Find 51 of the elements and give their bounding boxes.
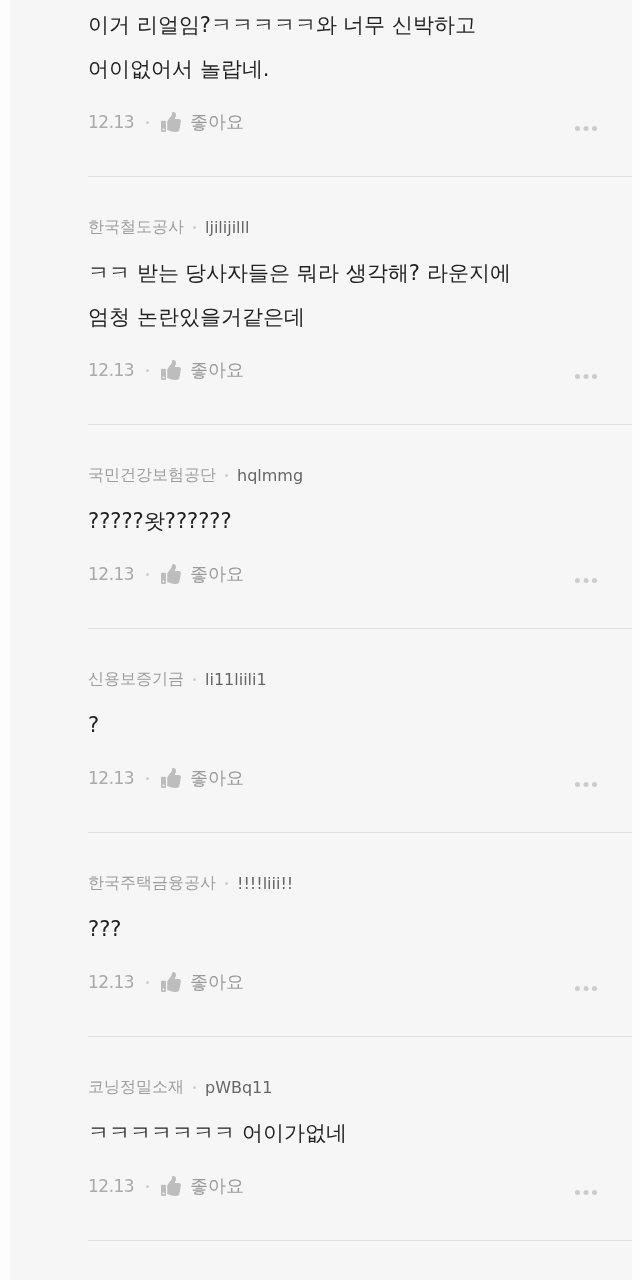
more-options-icon[interactable]: [575, 577, 597, 583]
comment-date: 12.13: [88, 360, 135, 380]
separator-dot-icon: [146, 368, 150, 372]
comment-text: ㅋㅋㅋㅋㅋㅋㅋ 어이가없네: [88, 1120, 347, 1147]
thumbs-up-icon: [161, 972, 182, 992]
comment-date: 12.13: [88, 972, 135, 992]
comment-text: ???: [88, 916, 122, 943]
more-options-icon[interactable]: [575, 781, 597, 787]
like-button[interactable]: 좋아요: [161, 1174, 245, 1198]
more-options-icon[interactable]: [575, 1189, 597, 1195]
comment-text: ㅋㅋ 받는 당사자들은 뭐라 생각해? 라운지에 엄청 논란있을거같은데: [88, 260, 511, 331]
separator-dot-icon: [193, 677, 196, 681]
comment-date: 12.13: [88, 564, 135, 584]
like-button[interactable]: 좋아요: [161, 970, 245, 994]
separator-dot-icon: [193, 1085, 196, 1089]
thumbs-up-icon: [161, 768, 182, 788]
comment-date: 12.13: [88, 112, 135, 132]
thumbs-up-icon: [161, 112, 182, 132]
author-username: hqlmmg: [237, 465, 304, 485]
separator-dot-icon: [193, 225, 196, 229]
comment-text: ?????왓??????: [88, 508, 232, 535]
author-organization: 신용보증기금: [88, 668, 184, 690]
author-username: pWBq11: [205, 1077, 273, 1097]
separator-dot-icon: [146, 980, 150, 984]
separator-dot-icon: [225, 881, 228, 885]
comment-text: 이거 리얼임?ㅋㅋㅋㅋㅋ와 너무 신박하고 어이없어서 놀랍네.: [88, 12, 477, 83]
separator-dot-icon: [146, 120, 150, 124]
like-button[interactable]: 좋아요: [161, 562, 245, 586]
author-organization: 코닝정밀소재: [88, 1076, 184, 1098]
more-options-icon[interactable]: [575, 125, 597, 131]
thumbs-up-icon: [161, 360, 182, 380]
separator-dot-icon: [146, 572, 150, 576]
author-organization: 국민건강보험공단: [88, 464, 216, 486]
like-button[interactable]: 좋아요: [161, 766, 245, 790]
comment-text: ?: [88, 712, 100, 739]
author-organization: 한국철도공사: [88, 216, 184, 238]
comment-date: 12.13: [88, 768, 135, 788]
separator-dot-icon: [225, 473, 228, 477]
separator-dot-icon: [146, 776, 150, 780]
comment-date: 12.13: [88, 1176, 135, 1196]
author-username: li11liili1: [205, 669, 267, 689]
like-button[interactable]: 좋아요: [161, 110, 245, 134]
author-username: !!!!liii!!: [237, 873, 294, 893]
author-username: ljilijilll: [205, 217, 250, 237]
more-options-icon[interactable]: [575, 373, 597, 379]
like-button[interactable]: 좋아요: [161, 358, 245, 382]
separator-dot-icon: [146, 1184, 150, 1188]
thumbs-up-icon: [161, 1176, 182, 1196]
thumbs-up-icon: [161, 564, 182, 584]
author-organization: 한국주택금융공사: [88, 872, 216, 894]
more-options-icon[interactable]: [575, 985, 597, 991]
